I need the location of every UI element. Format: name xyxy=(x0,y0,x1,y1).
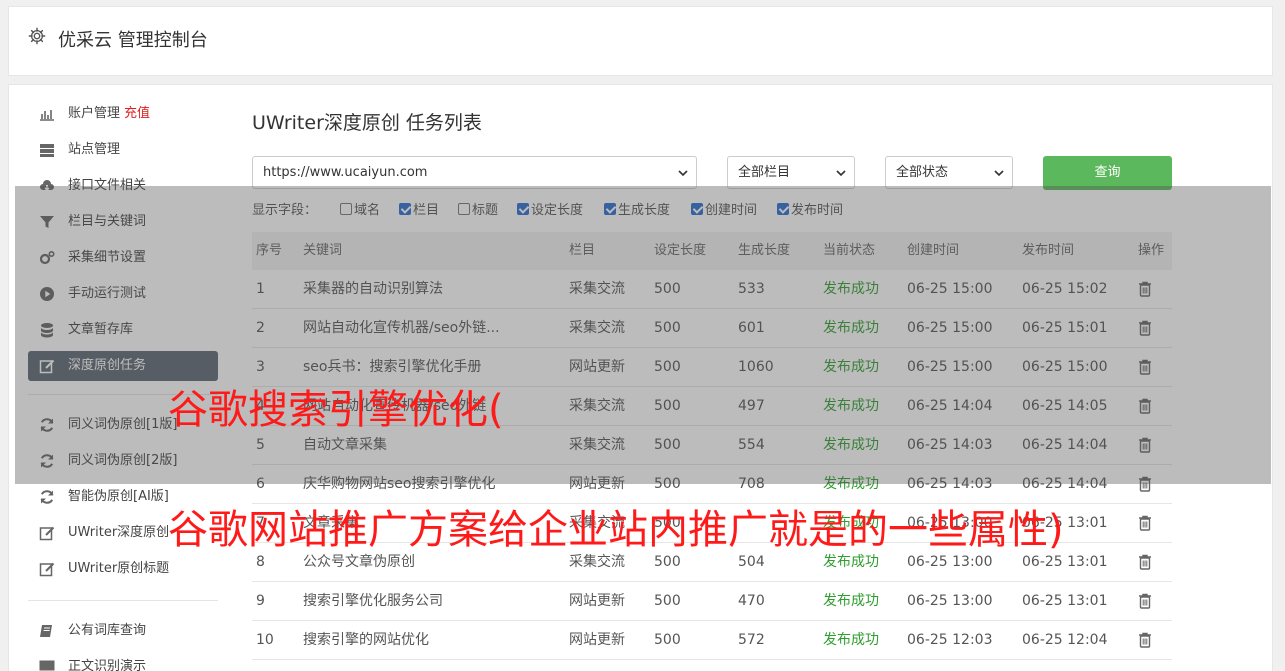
edit-icon xyxy=(39,562,55,577)
table-cell: 9 xyxy=(256,593,265,609)
table-cell: 06-25 12:04 xyxy=(1022,632,1108,648)
table-row: 9 搜索引擎优化服务公司 网站更新 500 470 发布成功 06-25 13:00 06-2… xyxy=(252,582,1172,621)
monitor-icon xyxy=(39,660,55,671)
page-title: UWriter深度原创 任务列表 xyxy=(252,112,482,134)
table-cell: 06-25 13:01 xyxy=(1022,593,1108,609)
sidebar-item-account[interactable]: 账户管理 充值 xyxy=(28,96,218,132)
sidebar-item-label: 账户管理 xyxy=(68,106,121,121)
query-button[interactable]: 查询 xyxy=(1043,156,1172,190)
gear-icon xyxy=(28,27,46,45)
status-select-value: 全部状态 xyxy=(896,165,949,180)
site-select-value: https://www.ucaiyun.com xyxy=(263,165,428,180)
ad-overlay xyxy=(15,186,1271,484)
column-select-value: 全部栏目 xyxy=(738,165,791,180)
table-cell: 470 xyxy=(738,593,765,609)
site-select[interactable]: https://www.ucaiyun.com xyxy=(252,156,697,189)
table-cell: 572 xyxy=(738,632,765,648)
book-icon xyxy=(40,625,52,637)
table-cell: 06-25 13:00 xyxy=(907,593,993,609)
sidebar-item-uwriter-title[interactable]: UWriter原创标题 xyxy=(28,551,218,587)
chevron-down-icon xyxy=(836,170,846,177)
chevron-down-icon xyxy=(678,170,688,177)
table-cell: 网站更新 xyxy=(569,593,625,609)
recharge-link[interactable]: 充值 xyxy=(124,106,150,121)
sidebar-item-public-lexicon[interactable]: 公有词库查询 xyxy=(28,613,218,649)
table-cell: 06-25 12:03 xyxy=(907,632,993,648)
overlay-subheadline: 谷歌网站推广方案给企业站内推广就是的一些属性) xyxy=(168,507,1064,553)
trash-icon[interactable] xyxy=(1138,515,1152,531)
sidebar-item-text-recognition[interactable]: 正文识别演示 xyxy=(28,649,218,671)
sidebar-divider xyxy=(28,600,218,601)
sidebar-item-label: UWriter深度原创 xyxy=(68,525,170,540)
server-icon xyxy=(40,144,54,157)
column-select[interactable]: 全部栏目 xyxy=(727,156,855,189)
sidebar-item-sites[interactable]: 站点管理 xyxy=(28,132,218,168)
chevron-down-icon xyxy=(994,170,1004,177)
table-cell: 搜索引擎优化服务公司 xyxy=(303,593,443,609)
status-select[interactable]: 全部状态 xyxy=(885,156,1013,189)
table-row: 10 搜索引擎的网站优化 网站更新 500 572 发布成功 06-25 12:03 06-2… xyxy=(252,621,1172,660)
trash-icon[interactable] xyxy=(1138,554,1152,570)
sidebar-item-label: UWriter原创标题 xyxy=(68,561,170,576)
trash-icon[interactable] xyxy=(1138,593,1152,609)
table-cell: 500 xyxy=(654,632,681,648)
table-cell: 网站更新 xyxy=(569,632,625,648)
table-cell: 发布成功 xyxy=(823,593,879,609)
overlay-headline: 谷歌搜索引擎优化( xyxy=(168,387,504,433)
table-cell: 发布成功 xyxy=(823,632,879,648)
table-cell: 500 xyxy=(654,593,681,609)
bar-chart-icon xyxy=(40,110,54,121)
sidebar-item-label: 站点管理 xyxy=(68,142,121,157)
sidebar-item-label: 正文识别演示 xyxy=(68,659,147,671)
sidebar-item-label: 智能伪原创[AI版] xyxy=(68,489,169,504)
edit-icon xyxy=(39,526,55,541)
refresh-icon xyxy=(40,490,54,504)
table-cell: 10 xyxy=(256,632,274,648)
header-bar: 优采云 管理控制台 xyxy=(8,6,1273,76)
table-cell: 搜索引擎的网站优化 xyxy=(303,632,429,648)
sidebar-item-label: 公有词库查询 xyxy=(68,623,147,638)
app-title: 优采云 管理控制台 xyxy=(58,30,208,51)
trash-icon[interactable] xyxy=(1138,632,1152,648)
